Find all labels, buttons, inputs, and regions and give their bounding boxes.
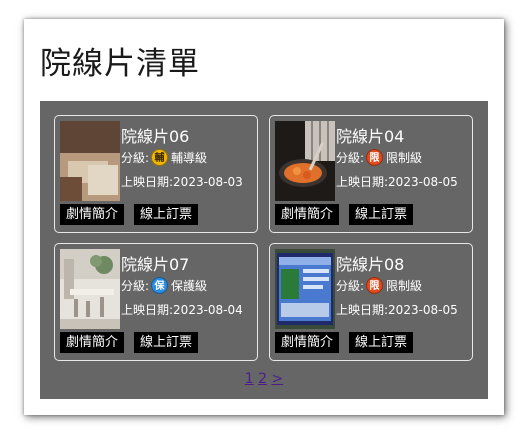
movie-card: 院線片07 分級: 保 保護級 上映日期:2023-08-04 劇情簡介 線上訂… bbox=[54, 243, 258, 361]
rating-badge-icon: 輔 bbox=[151, 149, 169, 166]
page-1-link[interactable]: 1 bbox=[245, 371, 254, 387]
movie-still-banquet-image bbox=[60, 249, 120, 329]
pagination: 1 2 > bbox=[40, 371, 488, 387]
movie-title: 院線片06 bbox=[121, 127, 190, 146]
rating-text: 限制級 bbox=[386, 151, 423, 165]
movie-card: 院線片08 分級: 限 限制級 上映日期:2023-08-05 劇情簡介 線上訂… bbox=[269, 243, 473, 361]
rating-row: 分級: 輔 輔導級 bbox=[121, 149, 207, 166]
book-ticket-button[interactable]: 線上訂票 bbox=[134, 204, 199, 225]
release-date: 2023-08-05 bbox=[388, 303, 458, 317]
movie-thumbnail[interactable] bbox=[275, 121, 335, 201]
movie-still-cooking-image bbox=[275, 121, 335, 201]
rating-text: 保護級 bbox=[171, 279, 208, 293]
movie-thumbnail[interactable] bbox=[275, 249, 335, 329]
synopsis-button[interactable]: 劇情簡介 bbox=[275, 204, 340, 225]
release-row: 上映日期:2023-08-03 bbox=[121, 173, 243, 190]
next-page-link[interactable]: > bbox=[272, 371, 284, 387]
rating-text: 限制級 bbox=[386, 279, 423, 293]
page-2-link[interactable]: 2 bbox=[258, 371, 267, 387]
rating-badge-icon: 限 bbox=[366, 277, 384, 294]
rating-label: 分級: bbox=[336, 279, 365, 293]
release-label: 上映日期: bbox=[336, 303, 389, 317]
book-ticket-button[interactable]: 線上訂票 bbox=[134, 332, 199, 353]
movie-still-screen-image bbox=[275, 249, 335, 329]
rating-badge-icon: 保 bbox=[151, 277, 169, 294]
rating-row: 分級: 保 保護級 bbox=[121, 277, 207, 294]
release-label: 上映日期: bbox=[336, 175, 389, 189]
movie-list-panel: 院線片06 分級: 輔 輔導級 上映日期:2023-08-03 劇情簡介 線上訂… bbox=[40, 101, 488, 399]
release-row: 上映日期:2023-08-05 bbox=[336, 173, 458, 190]
release-date: 2023-08-04 bbox=[173, 303, 243, 317]
synopsis-button[interactable]: 劇情簡介 bbox=[60, 204, 125, 225]
rating-label: 分級: bbox=[336, 151, 365, 165]
movie-thumbnail[interactable] bbox=[60, 121, 120, 201]
movie-card: 院線片06 分級: 輔 輔導級 上映日期:2023-08-03 劇情簡介 線上訂… bbox=[54, 115, 258, 233]
synopsis-button[interactable]: 劇情簡介 bbox=[275, 332, 340, 353]
movie-title: 院線片04 bbox=[336, 127, 405, 146]
synopsis-button[interactable]: 劇情簡介 bbox=[60, 332, 125, 353]
release-date: 2023-08-05 bbox=[388, 175, 458, 189]
release-row: 上映日期:2023-08-04 bbox=[121, 301, 243, 318]
rating-row: 分級: 限 限制級 bbox=[336, 149, 422, 166]
movie-title: 院線片07 bbox=[121, 255, 190, 274]
rating-label: 分級: bbox=[121, 279, 150, 293]
movie-card: 院線片04 分級: 限 限制級 上映日期:2023-08-05 劇情簡介 線上訂… bbox=[269, 115, 473, 233]
rating-label: 分級: bbox=[121, 151, 150, 165]
movie-still-desk-image bbox=[60, 121, 120, 201]
release-date: 2023-08-03 bbox=[173, 175, 243, 189]
release-label: 上映日期: bbox=[121, 175, 174, 189]
page-frame: 院線片清單 院線片06 分級: 輔 輔導級 上映日期: 2023-08-03 劇情… bbox=[24, 19, 504, 415]
release-row: 上映日期:2023-08-05 bbox=[336, 301, 458, 318]
movie-thumbnail[interactable] bbox=[60, 249, 120, 329]
page-title: 院線片清單 bbox=[40, 46, 200, 82]
rating-text: 輔導級 bbox=[171, 151, 208, 165]
movie-title: 院線片08 bbox=[336, 255, 405, 274]
release-label: 上映日期: bbox=[121, 303, 174, 317]
book-ticket-button[interactable]: 線上訂票 bbox=[349, 332, 414, 353]
book-ticket-button[interactable]: 線上訂票 bbox=[349, 204, 414, 225]
rating-row: 分級: 限 限制級 bbox=[336, 277, 422, 294]
rating-badge-icon: 限 bbox=[366, 149, 384, 166]
